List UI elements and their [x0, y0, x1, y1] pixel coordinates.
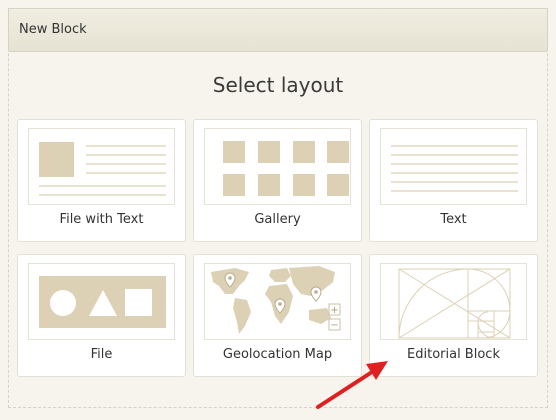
gallery-preview — [204, 128, 351, 205]
layout-gallery[interactable]: Gallery — [193, 119, 362, 242]
text-preview — [380, 128, 527, 205]
layout-label: File with Text — [59, 212, 144, 227]
world-map-graphic: + − — [211, 266, 341, 334]
file-with-text-preview-graphic — [39, 142, 166, 196]
page-title: Select layout — [212, 73, 344, 97]
arrow-graphic — [316, 361, 388, 409]
layout-label: Text — [440, 212, 467, 227]
layout-text[interactable]: Text — [369, 119, 538, 242]
file-with-text-preview — [28, 128, 175, 205]
text-preview-graphic — [391, 145, 518, 192]
annotation-arrow-icon — [310, 355, 400, 415]
zoom-in-icon: + — [330, 305, 338, 316]
dialog-header: New Block — [8, 8, 548, 52]
layout-file-with-text[interactable]: File with Text — [17, 119, 186, 242]
dialog-title: New Block — [19, 22, 87, 37]
layout-file[interactable]: File — [17, 254, 186, 377]
zoom-out-icon: − — [330, 320, 338, 331]
editorial-block-preview — [380, 263, 527, 340]
layout-label: Gallery — [254, 212, 301, 227]
file-preview-graphic — [39, 276, 166, 328]
layout-label: File — [90, 347, 113, 362]
geolocation-map-preview: + − — [204, 263, 351, 340]
golden-spiral-graphic — [398, 268, 511, 339]
gallery-preview-graphic — [223, 141, 349, 196]
file-preview — [28, 263, 175, 340]
